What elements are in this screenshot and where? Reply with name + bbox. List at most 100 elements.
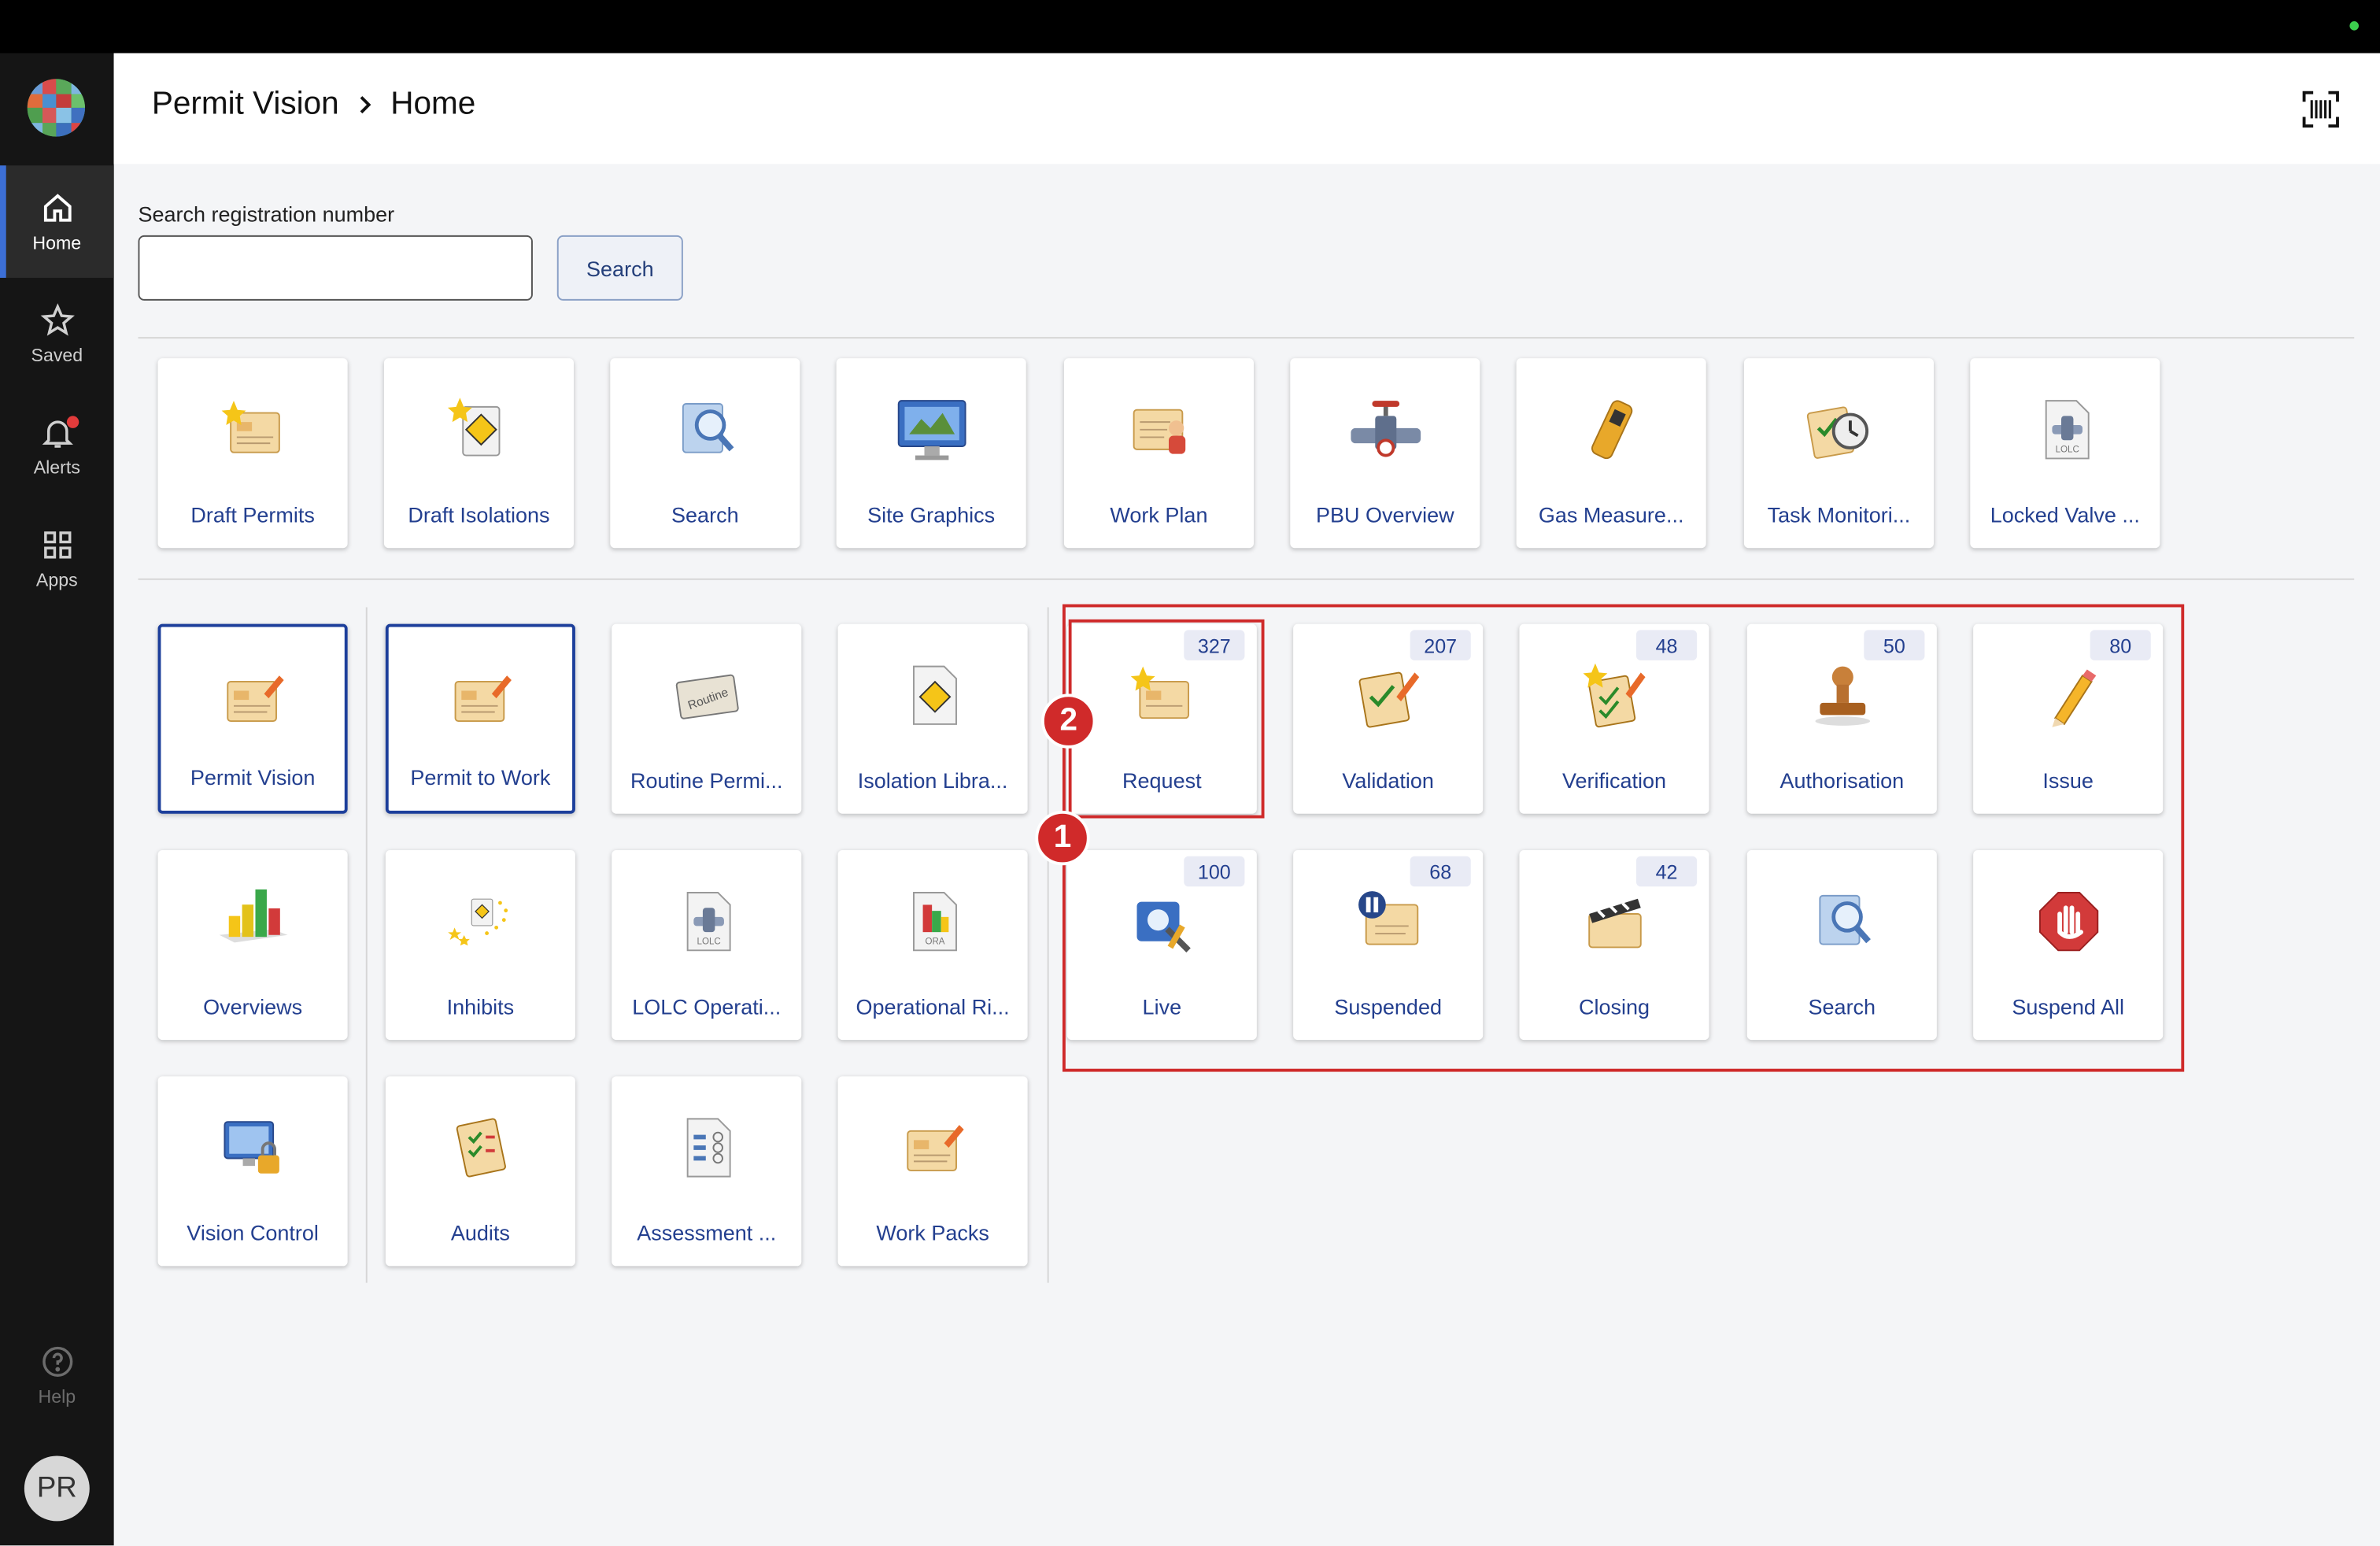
tile-label: Assessment ... [637, 1220, 777, 1245]
tile-inhibits[interactable]: Inhibits [385, 849, 575, 1041]
ora-icon: ORA [912, 892, 956, 952]
nav-home[interactable]: Home [0, 165, 114, 278]
nav-alerts-label: Alerts [33, 457, 80, 479]
nav-alerts[interactable]: Alerts [0, 390, 114, 503]
tile-work-packs[interactable]: Work Packs [837, 1076, 1028, 1267]
star-icon [39, 303, 74, 336]
svg-text:LOLC: LOLC [2055, 446, 2079, 455]
isolation-library-icon [912, 665, 956, 725]
monitor-graphics-icon [896, 400, 966, 460]
routine-icon: Routine [674, 674, 738, 719]
tile-draft-isolations[interactable]: Draft Isolations [383, 358, 574, 549]
gas-meter-icon [1591, 400, 1632, 460]
tile-label: Work Packs [876, 1220, 989, 1245]
tile-assessment[interactable]: Assessment ... [612, 1076, 802, 1267]
tile-isolation-library[interactable]: Isolation Libra... [837, 623, 1028, 814]
svg-text:LOLC: LOLC [697, 938, 720, 947]
tile-task-monitoring[interactable]: Task Monitori... [1743, 358, 1934, 549]
tile-vision-control[interactable]: Vision Control [157, 1076, 348, 1267]
tile-label: Operational Ri... [856, 994, 1010, 1019]
status-dot [2349, 20, 2359, 31]
nav-home-label: Home [32, 232, 82, 254]
breadcrumb-app[interactable]: Permit Vision [152, 87, 339, 123]
grid-icon [43, 531, 71, 559]
annotation-marker-2: 2 [1040, 693, 1096, 749]
app-logo[interactable] [27, 79, 85, 137]
search-label: Search registration number [138, 202, 395, 227]
tile-label: Draft Permits [190, 502, 315, 527]
tile-operational-risk[interactable]: ORA Operational Ri... [837, 849, 1028, 1041]
draft-permit-icon [220, 401, 279, 453]
divider [138, 578, 2355, 580]
tile-search[interactable]: Search [610, 358, 800, 549]
tile-overviews[interactable]: Overviews [157, 849, 348, 1041]
breadcrumb-current: Home [390, 86, 476, 122]
permit-icon [453, 675, 511, 723]
magnifier-icon [681, 403, 734, 453]
tile-label: Gas Measure... [1538, 502, 1684, 527]
draft-isolation-icon [446, 398, 500, 457]
lolc-icon: LOLC [686, 892, 730, 952]
tile-draft-permits[interactable]: Draft Permits [157, 358, 348, 549]
divider [138, 337, 2355, 339]
nav-saved[interactable]: Saved [0, 278, 114, 390]
tile-label: Search [671, 502, 739, 527]
tile-label: PBU Overview [1316, 502, 1454, 527]
tile-label: Isolation Libra... [857, 767, 1008, 793]
bar-chart-icon [218, 889, 287, 943]
page-header: Permit Vision Home [113, 53, 2380, 165]
tile-routine-permits[interactable]: Routine Routine Permi... [612, 623, 802, 814]
permit-icon [226, 675, 283, 723]
tile-label: Audits [450, 1220, 510, 1245]
tile-label: Overviews [203, 994, 303, 1019]
chevron-right-icon [360, 96, 372, 114]
annotation-box-request [1068, 619, 1265, 819]
nav-apps-label: Apps [35, 569, 78, 591]
locked-valve-icon: LOLC [2044, 400, 2089, 460]
home-icon [42, 194, 71, 222]
work-plan-icon [1132, 409, 1185, 454]
tile-lolc-operations[interactable]: LOLC LOLC Operati... [612, 849, 802, 1041]
nav-help[interactable]: Help [0, 1319, 114, 1432]
breadcrumb: Permit Vision Home [152, 87, 475, 123]
status-bar [0, 0, 2380, 54]
barcode-scanner-icon[interactable] [2301, 90, 2341, 129]
tile-permit-vision[interactable]: Permit Vision [157, 623, 348, 814]
nav-saved-label: Saved [31, 344, 83, 366]
help-icon [42, 1346, 72, 1378]
tile-label: Draft Isolations [408, 502, 550, 527]
pipe-valve-icon [1350, 401, 1421, 457]
assessment-icon [686, 1118, 730, 1178]
nav-apps[interactable]: Apps [0, 502, 114, 615]
tile-locked-valve[interactable]: LOLC Locked Valve ... [1970, 358, 2160, 549]
tile-label: Vision Control [187, 1220, 319, 1245]
audit-checklist-icon [455, 1118, 505, 1178]
tile-label: Site Graphics [867, 502, 996, 527]
inhibit-stars-icon [447, 898, 508, 946]
sidebar: Home Saved Alerts Apps Help PR [0, 53, 114, 1546]
tile-label: Routine Permi... [630, 767, 783, 793]
tile-label: Permit to Work [410, 764, 551, 790]
nav-help-label: Help [38, 1385, 76, 1407]
tile-audits[interactable]: Audits [385, 1076, 575, 1267]
tile-label: Work Plan [1110, 502, 1208, 527]
tile-pbu-overview[interactable]: PBU Overview [1290, 358, 1480, 549]
monitor-lock-icon [223, 1121, 279, 1174]
svg-text:ORA: ORA [925, 938, 944, 947]
user-avatar[interactable]: PR [24, 1455, 90, 1522]
tile-label: Locked Valve ... [1990, 502, 2140, 527]
work-pack-icon [906, 1125, 963, 1171]
search-button[interactable]: Search [556, 235, 683, 301]
tile-label: Task Monitori... [1767, 502, 1911, 527]
divider [365, 607, 368, 1283]
tile-work-plan[interactable]: Work Plan [1063, 358, 1254, 549]
registration-search-input[interactable] [138, 235, 533, 301]
alert-badge-dot [66, 416, 79, 428]
tile-gas-measure[interactable]: Gas Measure... [1516, 358, 1706, 549]
tile-site-graphics[interactable]: Site Graphics [836, 358, 1026, 549]
tile-label: Inhibits [446, 994, 515, 1019]
task-stopwatch-icon [1805, 406, 1868, 459]
tile-label: LOLC Operati... [632, 994, 782, 1019]
tile-permit-to-work[interactable]: Permit to Work [385, 623, 575, 814]
annotation-marker-1: 1 [1035, 810, 1090, 866]
